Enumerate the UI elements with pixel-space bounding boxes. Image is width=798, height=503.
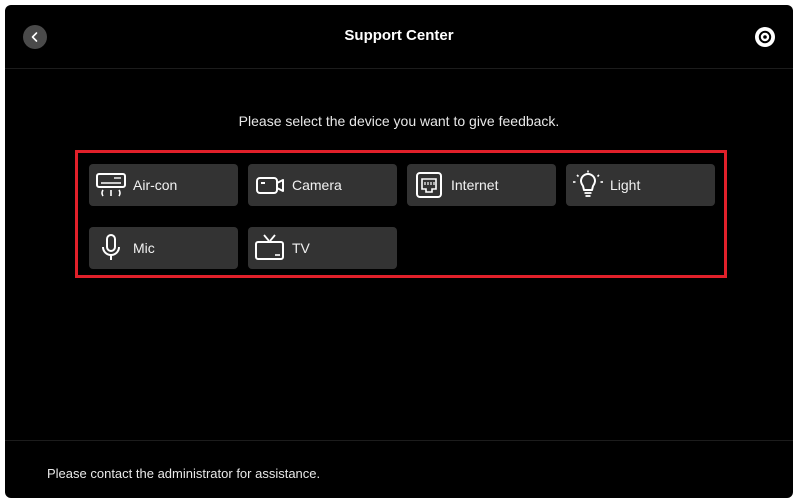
device-tile-mic[interactable]: Mic: [89, 227, 238, 269]
air-conditioner-icon: [93, 164, 129, 206]
network-port-icon: [411, 164, 447, 206]
tv-icon: [252, 227, 288, 269]
device-tile-camera[interactable]: Camera: [248, 164, 397, 206]
device-tile-light[interactable]: Light: [566, 164, 715, 206]
settings-button[interactable]: [753, 25, 777, 49]
support-center-screen: Support Center Please select the device …: [5, 5, 793, 498]
device-tile-air-con[interactable]: Air-con: [89, 164, 238, 206]
footer-bar: Please contact the administrator for ass…: [5, 440, 793, 498]
camera-icon: [252, 164, 288, 206]
gear-icon: [755, 27, 775, 47]
page-title: Support Center: [344, 27, 454, 44]
light-bulb-icon: [570, 164, 606, 206]
device-label: Internet: [451, 177, 499, 193]
device-label: Light: [610, 177, 641, 193]
device-label: Mic: [133, 240, 155, 256]
device-label: Camera: [292, 177, 342, 193]
device-label: Air-con: [133, 177, 178, 193]
microphone-icon: [93, 227, 129, 269]
instruction-text: Please select the device you want to giv…: [238, 113, 560, 129]
footer-help-text: Please contact the administrator for ass…: [47, 466, 321, 481]
device-tile-tv[interactable]: TV: [248, 227, 397, 269]
device-label: TV: [292, 240, 310, 256]
header-bar: Support Center: [5, 5, 793, 69]
device-tile-internet[interactable]: Internet: [407, 164, 556, 206]
